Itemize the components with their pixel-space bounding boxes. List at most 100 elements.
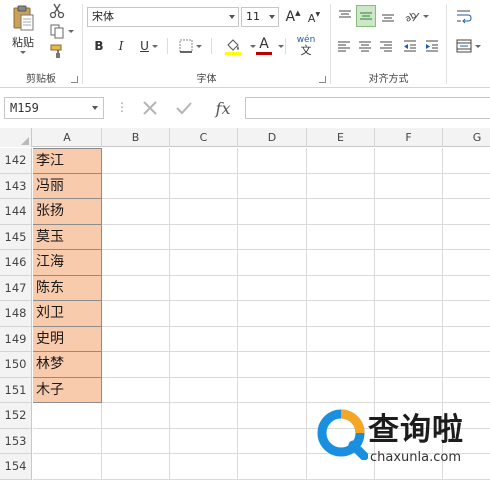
row-header[interactable]: 143	[0, 173, 32, 199]
cell-empty[interactable]	[443, 352, 490, 378]
cell-empty[interactable]	[238, 377, 307, 403]
cell-empty[interactable]	[238, 173, 307, 199]
cell-empty[interactable]	[443, 276, 490, 301]
cell-empty[interactable]	[375, 250, 443, 276]
align-left-button[interactable]	[335, 37, 353, 55]
cell-a[interactable]	[33, 403, 102, 429]
formula-input[interactable]	[245, 97, 490, 119]
cell-empty[interactable]	[375, 275, 443, 301]
bold-button[interactable]: B	[91, 37, 107, 55]
column-header-g[interactable]: G	[443, 128, 490, 147]
cancel-button[interactable]	[138, 98, 162, 118]
column-header-a[interactable]: A	[33, 128, 102, 147]
cell-empty[interactable]	[307, 275, 375, 301]
cell-empty[interactable]	[102, 352, 170, 378]
cell-a[interactable]	[33, 454, 102, 480]
middle-align-button[interactable]	[356, 5, 376, 27]
align-center-button[interactable]	[356, 37, 374, 55]
cell-a[interactable]: 莫玉	[33, 224, 102, 250]
cell-empty[interactable]	[170, 275, 238, 301]
cell-empty[interactable]	[102, 428, 170, 454]
cell-empty[interactable]	[238, 148, 307, 174]
font-launcher-icon[interactable]	[319, 76, 326, 83]
paste-button[interactable]: 粘贴	[8, 4, 38, 54]
cell-empty[interactable]	[238, 199, 307, 225]
format-painter-button[interactable]	[46, 42, 68, 60]
italic-button[interactable]: I	[113, 37, 129, 55]
font-color-button[interactable]: A	[253, 35, 275, 57]
insert-function-button[interactable]: fx	[208, 97, 238, 119]
row-header[interactable]: 154	[0, 454, 32, 480]
fill-color-button[interactable]	[217, 35, 249, 57]
increase-indent-button[interactable]	[423, 37, 441, 55]
cell-empty[interactable]	[307, 148, 375, 174]
cell-empty[interactable]	[102, 377, 170, 403]
cell-a[interactable]: 张扬	[33, 199, 102, 225]
cell-empty[interactable]	[238, 326, 307, 352]
cell-empty[interactable]	[170, 454, 238, 480]
cell-a[interactable]: 史明	[33, 326, 102, 352]
cell-empty[interactable]	[170, 403, 238, 429]
cell-empty[interactable]	[102, 148, 170, 174]
row-header[interactable]: 153	[0, 428, 32, 454]
row-header[interactable]: 144	[0, 199, 32, 225]
select-all-button[interactable]	[0, 128, 32, 147]
cell-empty[interactable]	[307, 199, 375, 225]
cell-empty[interactable]	[102, 326, 170, 352]
cell-empty[interactable]	[238, 275, 307, 301]
cell-empty[interactable]	[307, 224, 375, 250]
cell-a[interactable]	[33, 428, 102, 454]
cell-empty[interactable]	[307, 301, 375, 327]
cell-empty[interactable]	[238, 250, 307, 276]
cell-empty[interactable]	[170, 428, 238, 454]
merge-center-button[interactable]	[453, 36, 483, 56]
cell-a[interactable]: 陈东	[33, 275, 102, 301]
cell-empty[interactable]	[443, 148, 490, 174]
column-header-c[interactable]: C	[170, 128, 238, 147]
column-header-d[interactable]: D	[238, 128, 307, 147]
column-header-f[interactable]: F	[375, 128, 443, 147]
column-header-e[interactable]: E	[307, 128, 375, 147]
cell-empty[interactable]	[238, 428, 307, 454]
grow-font-button[interactable]: A ▲	[284, 7, 302, 27]
cell-a[interactable]: 刘卫	[33, 301, 102, 327]
cell-empty[interactable]	[102, 275, 170, 301]
cell-empty[interactable]	[443, 250, 490, 276]
cell-empty[interactable]	[170, 173, 238, 199]
row-header[interactable]: 142	[0, 148, 32, 174]
cut-button[interactable]	[46, 2, 68, 20]
name-box[interactable]: M159	[4, 97, 104, 119]
shrink-font-button[interactable]: A ▼	[305, 8, 323, 28]
phonetic-guide-button[interactable]: wén 文	[291, 34, 321, 58]
cell-empty[interactable]	[443, 301, 490, 327]
cell-empty[interactable]	[238, 301, 307, 327]
row-header[interactable]: 150	[0, 352, 32, 378]
cell-a[interactable]: 江海	[33, 250, 102, 276]
cell-empty[interactable]	[375, 301, 443, 327]
decrease-indent-button[interactable]	[401, 37, 419, 55]
cell-empty[interactable]	[170, 326, 238, 352]
align-right-button[interactable]	[377, 37, 395, 55]
cell-empty[interactable]	[375, 199, 443, 225]
cell-empty[interactable]	[375, 352, 443, 378]
font-name-combo[interactable]: 宋体	[87, 7, 239, 27]
clipboard-launcher-icon[interactable]	[71, 76, 78, 83]
cell-empty[interactable]	[102, 199, 170, 225]
cell-empty[interactable]	[102, 224, 170, 250]
cell-empty[interactable]	[102, 403, 170, 429]
copy-button[interactable]	[46, 22, 76, 40]
row-header[interactable]: 148	[0, 301, 32, 327]
cell-empty[interactable]	[102, 301, 170, 327]
cell-empty[interactable]	[375, 224, 443, 250]
cell-empty[interactable]	[307, 173, 375, 199]
cell-a[interactable]: 李江	[33, 148, 102, 174]
borders-button[interactable]	[175, 37, 205, 55]
cell-empty[interactable]	[170, 199, 238, 225]
cell-empty[interactable]	[238, 454, 307, 480]
row-header[interactable]: 152	[0, 403, 32, 429]
cell-empty[interactable]	[102, 454, 170, 480]
cell-empty[interactable]	[375, 326, 443, 352]
row-header[interactable]: 146	[0, 250, 32, 276]
cell-a[interactable]: 木子	[33, 377, 102, 403]
chevron-down-icon[interactable]	[278, 45, 284, 48]
